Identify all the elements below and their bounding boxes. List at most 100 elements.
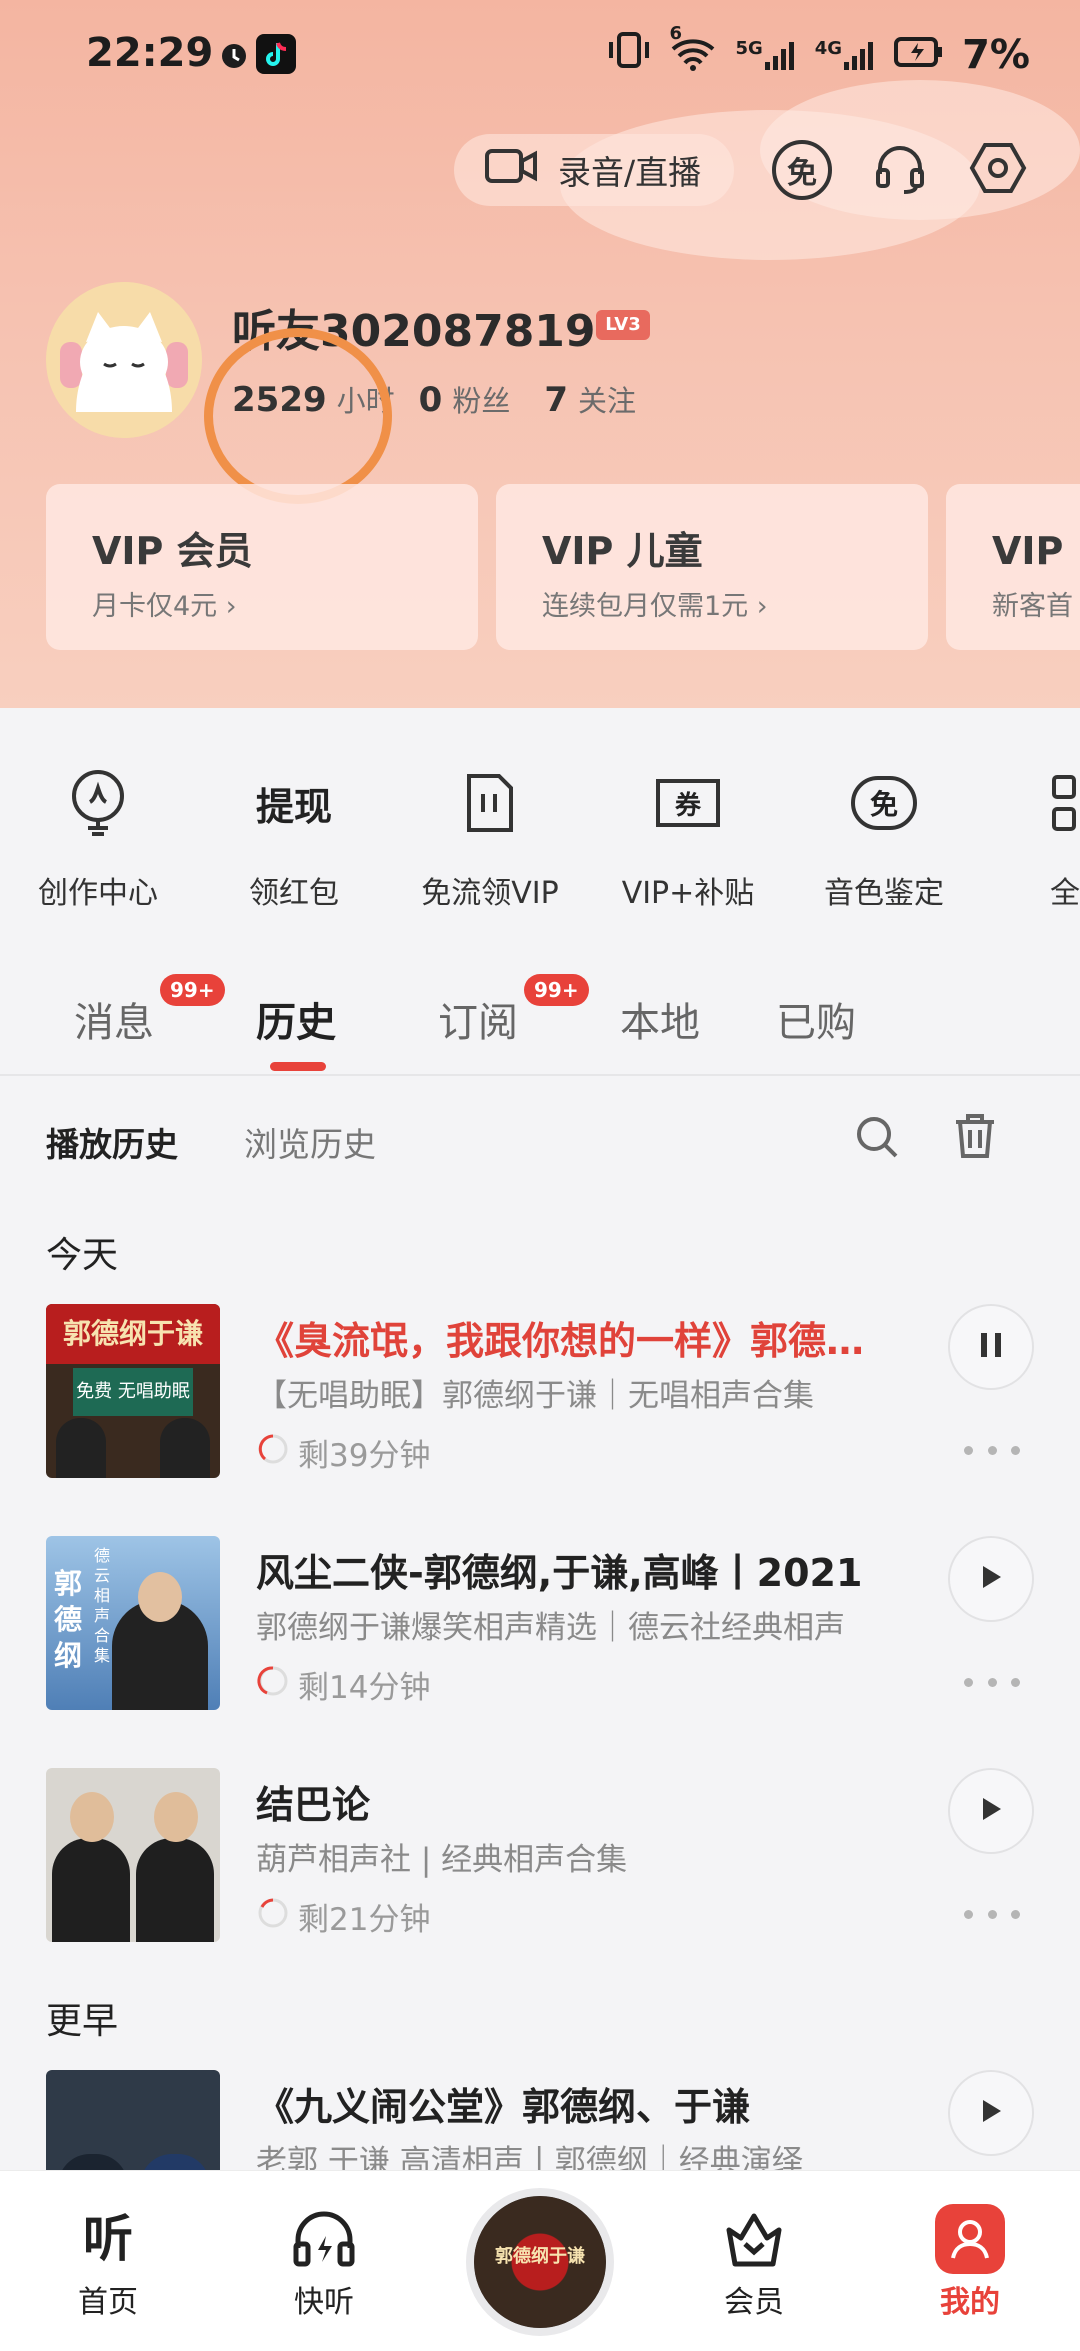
album-cover[interactable]: 郭德纲 德云相声合集 [46, 1536, 220, 1710]
album-cover[interactable] [46, 1768, 220, 1942]
vip-card-title: VIP 儿童 [542, 529, 703, 573]
bulb-icon [0, 760, 198, 846]
vip-card-third[interactable]: VIP 白 新客首 [946, 484, 1080, 650]
tab-subscriptions[interactable]: 订阅 [438, 990, 518, 1048]
coupon-icon: 券 [588, 760, 788, 846]
quick-action-label: 领红包 [249, 876, 339, 911]
cash-withdraw-icon: 提现 [255, 784, 332, 829]
list-item[interactable]: 郭德纲于谦 免费 无唱助眠 《臭流氓，我跟你想的一样》郭德纲于谦 【无唱助眠】郭… [0, 1304, 1080, 1494]
vip-card-subtitle: 新客首 [992, 591, 1073, 622]
vip-card-title: VIP 白 [992, 529, 1080, 573]
subtab-browse-history[interactable]: 浏览历史 [244, 1118, 376, 1166]
top-actions: 录音/直播 免 [0, 120, 1080, 220]
quick-action-vip-subsidy[interactable]: 券 VIP+补贴 [588, 760, 788, 912]
crown-basket-icon [674, 2209, 834, 2269]
play-button[interactable] [948, 2070, 1034, 2156]
headset-icon [872, 140, 928, 200]
follow-value[interactable]: 7 [544, 380, 568, 420]
quick-action-label: 全部 [1050, 876, 1080, 911]
tab-messages[interactable]: 消息 [74, 990, 154, 1048]
vibrate-icon [607, 30, 651, 80]
voice-free-icon: 免 [784, 760, 984, 846]
nav-vip[interactable]: 会员 [674, 2209, 834, 2321]
record-live-button[interactable]: 录音/直播 [454, 134, 734, 206]
free-mode-button[interactable]: 免 [768, 136, 836, 204]
progress-ring-icon [256, 1432, 290, 1474]
play-button[interactable] [948, 1768, 1034, 1854]
play-icon [979, 2097, 1003, 2129]
progress-ring-icon [256, 1896, 290, 1938]
quick-action-voice-test[interactable]: 免 音色鉴定 [784, 760, 984, 912]
remaining-time: 剩39分钟 [256, 1430, 430, 1475]
follow-label: 关注 [578, 384, 637, 418]
vip-card-kids[interactable]: VIP 儿童 连续包月仅需1元 › [496, 484, 928, 650]
quick-action-red-packet[interactable]: 提现 领红包 [194, 760, 394, 912]
pause-button[interactable] [948, 1304, 1034, 1390]
settings-hexagon-icon [969, 139, 1027, 201]
quick-action-creator-center[interactable]: 创作中心 [0, 760, 198, 912]
progress-ring-icon [256, 1664, 290, 1706]
signal-4g-icon: 4G [815, 38, 876, 72]
vip-card-title: VIP 会员 [92, 529, 253, 573]
tab-history[interactable]: 历史 [256, 990, 336, 1048]
now-playing-cover-text: 郭德纲于谦 [495, 2246, 585, 2267]
tab-local[interactable]: 本地 [620, 990, 700, 1048]
fans-value[interactable]: 0 [419, 380, 443, 420]
item-title: 《臭流氓，我跟你想的一样》郭德纲于谦 [256, 1319, 868, 1363]
nav-quick-listen[interactable]: 快听 [244, 2209, 404, 2321]
item-subtitle: 【无唱助眠】郭德纲于谦｜无唱相声合集 [256, 1378, 814, 1414]
record-live-label: 录音/直播 [558, 153, 702, 192]
settings-button[interactable] [964, 136, 1032, 204]
play-button[interactable] [948, 1536, 1034, 1622]
play-icon [979, 1563, 1003, 1595]
quick-action-free-data-vip[interactable]: 免流领VIP [390, 760, 590, 912]
wifi-icon: 6 [669, 23, 717, 78]
annotation-circle [204, 328, 392, 504]
item-subtitle: 郭德纲于谦爆笑相声精选｜德云社经典相声 [256, 1610, 845, 1646]
profile-icon [890, 2204, 1050, 2274]
tiktok-icon [256, 34, 296, 74]
video-camera-icon [484, 147, 538, 193]
list-item[interactable]: 郭德纲 德云相声合集 风尘二侠-郭德纲,于谦,高峰丨2021 郭德纲于谦爆笑相声… [0, 1536, 1080, 1726]
status-icons: 6 5G 4G 7% [607, 23, 1030, 80]
now-playing-disc[interactable]: 郭德纲于谦 [466, 2188, 614, 2336]
item-title: 风尘二侠-郭德纲,于谦,高峰丨2021 [256, 1551, 863, 1595]
tab-purchased[interactable]: 已购 [776, 990, 856, 1048]
more-options-icon[interactable] [964, 1440, 1020, 1460]
level-badge: LV3 [596, 310, 650, 340]
quick-action-label: 创作中心 [38, 876, 158, 911]
nav-label: 我的 [940, 2285, 1000, 2320]
nav-home[interactable]: 听 首页 [28, 2209, 188, 2321]
messages-badge: 99+ [160, 974, 225, 1006]
status-time: 22:29 [86, 30, 214, 76]
more-options-icon[interactable] [964, 1904, 1020, 1924]
quick-action-label: 音色鉴定 [824, 876, 944, 911]
more-options-icon[interactable] [964, 1672, 1020, 1692]
nav-label: 会员 [724, 2285, 784, 2320]
album-cover[interactable]: 郭德纲于谦 免费 无唱助眠 [46, 1304, 220, 1478]
search-icon[interactable] [854, 1114, 900, 1164]
vip-card-member[interactable]: VIP 会员 月卡仅4元 › [46, 484, 478, 650]
subscriptions-badge: 99+ [524, 974, 589, 1006]
list-item[interactable]: 结巴论 葫芦相声社 | 经典相声合集 剩21分钟 [0, 1768, 1080, 1958]
quick-action-all[interactable]: 全部 [980, 760, 1080, 912]
quick-action-label: VIP+补贴 [621, 876, 755, 911]
item-title: 结巴论 [256, 1783, 371, 1827]
section-earlier: 更早 [46, 2001, 119, 2042]
grid-icon [980, 760, 1080, 846]
trash-icon[interactable] [954, 1112, 996, 1164]
status-bar: 22:29 6 5G 4G 7% [0, 0, 1080, 112]
sim-card-icon [390, 760, 590, 846]
avatar[interactable] [46, 282, 202, 438]
subtab-play-history[interactable]: 播放历史 [46, 1118, 178, 1166]
nav-label: 首页 [78, 2285, 138, 2320]
customer-service-button[interactable] [866, 136, 934, 204]
battery-level: 7% [962, 32, 1030, 78]
profile-header: 22:29 6 5G 4G 7% 录音/直播 免 听友302087819 LV3… [0, 0, 1080, 708]
item-title: 《九义闹公堂》郭德纲、于谦 [256, 2085, 751, 2129]
quick-action-label: 免流领VIP [421, 876, 559, 911]
remaining-time: 剩14分钟 [256, 1662, 430, 1707]
nav-mine[interactable]: 我的 [890, 2204, 1050, 2321]
pause-icon [978, 1330, 1004, 1364]
play-icon [979, 1795, 1003, 1827]
